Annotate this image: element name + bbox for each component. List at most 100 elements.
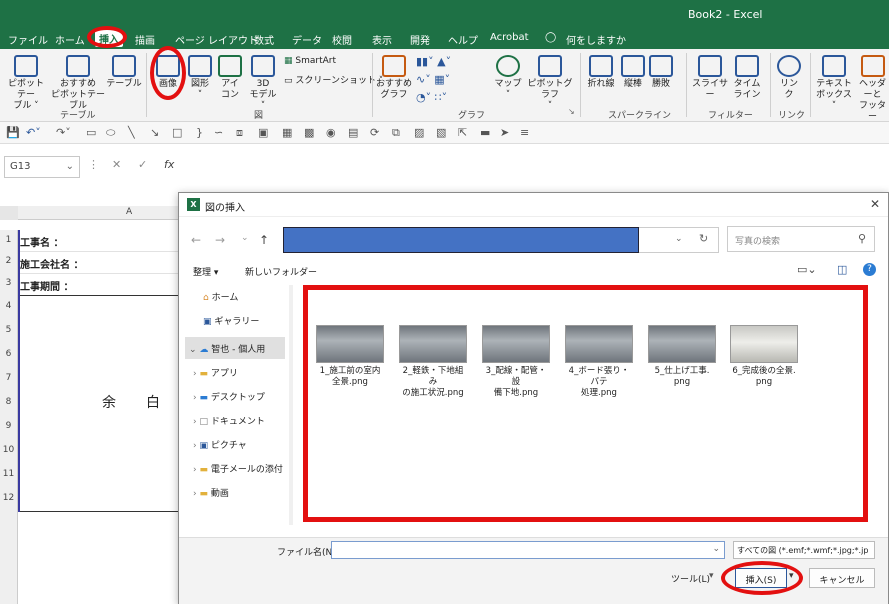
sparkline-column-button[interactable]: 縦棒 (620, 55, 646, 90)
cell-a3[interactable]: 工事期間 ： (20, 278, 73, 293)
menu-formulas[interactable]: 数式 (254, 32, 274, 47)
cell-a2[interactable]: 施工会社名 ： (20, 256, 83, 271)
up-icon[interactable]: ↑ (259, 233, 269, 247)
file-item[interactable]: 3_配線・配管・設 備下地.png (482, 325, 550, 399)
link-button[interactable]: リン ク (774, 55, 804, 101)
view-options-icon[interactable]: ▭⌄ (797, 263, 817, 276)
line-chart-icon[interactable]: ∿˅ ▦˅ (416, 73, 450, 86)
undo-icon[interactable]: ↶˅ (26, 126, 41, 139)
file-item[interactable]: 2_軽鉄・下地組み の施工状況.png (399, 325, 467, 399)
smartart-button[interactable]: ▦ SmartArt (284, 56, 336, 66)
nav-item-desktop[interactable]: › ▬ デスクトップ (185, 385, 285, 407)
bring-front-icon[interactable]: ▨ (414, 126, 424, 139)
recommended-charts-button[interactable]: おすすめ グラフ (376, 55, 412, 101)
send-back-icon[interactable]: ▧ (436, 126, 446, 139)
rectangle-icon[interactable]: ▭ (86, 126, 96, 139)
row-header[interactable]: 6 (0, 343, 18, 367)
ungroup-icon[interactable]: ▩ (304, 126, 314, 139)
pivot-chart-button[interactable]: ピボットグラフ ˅ (526, 55, 574, 112)
column-chart-icon[interactable]: ▮▮˅ ▲˅ (416, 55, 451, 68)
timeline-button[interactable]: タイム ライン (732, 55, 762, 101)
more-shapes-icon[interactable]: ▬ (480, 126, 490, 139)
pivot-table-button[interactable]: ピボットテー ブル ˅ (4, 55, 48, 112)
header-footer-button[interactable]: ヘッダーと フッター (856, 55, 889, 123)
file-item[interactable]: 6_完成後の全景. png (730, 325, 798, 388)
column-header-a[interactable]: A (18, 206, 180, 220)
menu-view[interactable]: 表示 (372, 32, 392, 47)
oval-icon[interactable]: ⬭ (106, 126, 115, 140)
new-folder-button[interactable]: 新しいフォルダー (245, 265, 317, 278)
slicer-button[interactable]: スライサー (690, 55, 730, 101)
menu-acrobat[interactable]: Acrobat (490, 32, 529, 43)
search-input[interactable]: 写真の検索 ⚲ (727, 226, 875, 252)
curve-icon[interactable]: ∽ (214, 126, 223, 139)
menu-draw[interactable]: 描画 (135, 32, 155, 47)
cancel-icon[interactable]: ✕ (112, 158, 121, 171)
insert-function-button[interactable]: fx (164, 158, 174, 171)
dialog-launcher-icon[interactable]: ↘ (568, 107, 575, 116)
file-item[interactable]: 1_施工前の室内 全景.png (316, 325, 384, 388)
selection-icon[interactable]: ⇱ (458, 126, 467, 139)
preview-pane-icon[interactable]: ◫ (837, 263, 847, 276)
nav-item-email-attachments[interactable]: › ▬ 電子メールの添付 (185, 457, 285, 479)
customize-qat-icon[interactable]: ≡ (520, 126, 529, 139)
nav-item-home[interactable]: ⌂ ホーム (185, 285, 285, 307)
recent-locations-icon[interactable]: ⌄ (241, 233, 249, 243)
row-header[interactable]: 7 (0, 367, 18, 391)
row-header[interactable]: 12 (0, 487, 18, 511)
camera-icon[interactable]: ◉ (326, 126, 336, 139)
menu-home[interactable]: ホーム (55, 32, 85, 47)
group-icon[interactable]: ▦ (282, 126, 292, 139)
select-all-corner[interactable] (0, 206, 18, 220)
row-header[interactable]: 10 (0, 439, 18, 463)
nav-item-onedrive[interactable]: ⌄ ☁ 智也 - 個人用 (185, 337, 285, 359)
refresh-icon[interactable]: ↻ (699, 232, 708, 245)
screenshot-button[interactable]: ▭ スクリーンショット ˅ (284, 73, 383, 86)
textbox-button[interactable]: テキスト ボックス ˅ (814, 55, 854, 112)
pie-chart-icon[interactable]: ◔˅ ∷˅ (416, 91, 447, 104)
align-icon[interactable]: ▤ (348, 126, 358, 139)
filetype-select[interactable]: すべての図 (*.emf;*.wmf;*.jpg;*.jp (733, 541, 875, 559)
nav-item-pictures[interactable]: › ▣ ピクチャ (185, 433, 285, 455)
nav-scrollbar[interactable] (289, 285, 293, 525)
menu-help[interactable]: ヘルプ (448, 32, 478, 47)
flip-icon[interactable]: ⧉ (392, 126, 400, 140)
forward-icon[interactable]: → (215, 233, 225, 247)
menu-developer[interactable]: 開発 (410, 32, 430, 47)
edit-points-icon[interactable]: ▣ (258, 126, 268, 139)
shape-tool-icon[interactable]: ⧈ (236, 126, 243, 140)
cancel-button[interactable]: キャンセル (809, 568, 875, 588)
tell-me-search[interactable]: 何をしますか (566, 32, 626, 47)
recommended-pivot-button[interactable]: おすすめ ピボットテーブル (50, 55, 106, 112)
organize-button[interactable]: 整理 ▾ (193, 265, 218, 278)
cell-a1[interactable]: 工事名 ： (20, 234, 63, 249)
filename-input[interactable]: ⌄ (331, 541, 725, 559)
3d-model-button[interactable]: 3D モデル ˅ (246, 55, 280, 112)
icons-button[interactable]: アイ コン (216, 55, 244, 101)
redo-icon[interactable]: ↷˅ (56, 126, 71, 139)
freeform-icon[interactable]: □ (172, 126, 182, 139)
name-box[interactable]: G13 ⌄ (4, 156, 80, 178)
enter-icon[interactable]: ✓ (138, 158, 147, 171)
help-icon[interactable]: ? (863, 263, 876, 276)
row-header[interactable]: 3 (0, 273, 18, 295)
file-item[interactable]: 4_ボード張り・パテ 処理.png (565, 325, 633, 399)
row-header[interactable]: 11 (0, 463, 18, 487)
select-objects-icon[interactable]: ➤ (500, 126, 509, 139)
shapes-button[interactable]: 図形 ˅ (186, 55, 214, 101)
maps-button[interactable]: マップ ˅ (492, 55, 524, 101)
worksheet[interactable]: A 1 2 3 4 5 6 7 8 9 10 11 12 工事名 ： 施工会社名… (0, 190, 180, 604)
file-item[interactable]: 5_仕上げ工事. png (648, 325, 716, 388)
rotate-icon[interactable]: ⟳ (370, 126, 379, 139)
row-header[interactable]: 2 (0, 251, 18, 273)
nav-item-gallery[interactable]: ▣ ギャラリー (185, 309, 285, 331)
address-bar[interactable] (283, 227, 639, 253)
close-icon[interactable]: ✕ (870, 197, 880, 211)
menu-data[interactable]: データ (292, 32, 322, 47)
menu-review[interactable]: 校閲 (332, 32, 352, 47)
address-dropdown-icon[interactable]: ⌄ (675, 234, 683, 244)
row-header[interactable]: 1 (0, 230, 18, 251)
menu-file[interactable]: ファイル (8, 32, 48, 47)
line-icon[interactable]: ╲ (128, 126, 135, 139)
row-header[interactable]: 5 (0, 319, 18, 343)
